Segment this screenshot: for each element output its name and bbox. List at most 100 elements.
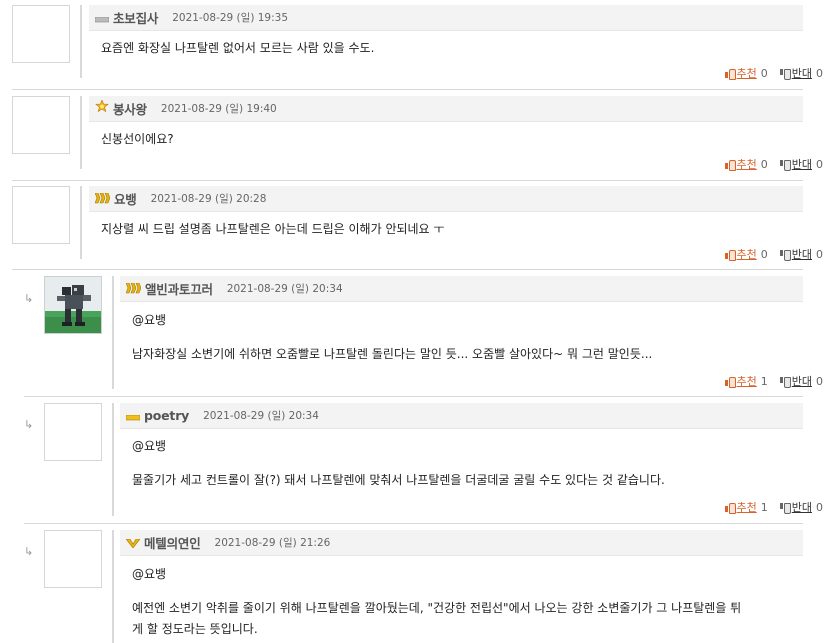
downvote-count: 0 [816, 500, 823, 514]
comment-text: 요즘엔 화장실 나프탈렌 없어서 모르는 사람 있을 수도. [101, 40, 374, 57]
downvote-label: 반대 [791, 248, 812, 261]
avatar[interactable] [44, 276, 102, 334]
downvote-button[interactable]: 반대 0 [779, 499, 823, 515]
upvote-label: 추천 [736, 158, 757, 171]
thumbs-up-icon [724, 68, 736, 80]
timestamp: 2021-08-29 (일) 19:40 [160, 103, 277, 115]
comment-header: poetry 2021-08-29 (일) 20:34 [120, 403, 803, 429]
timestamp: 2021-08-29 (일) 20:34 [203, 410, 319, 422]
upvote-button[interactable]: 추천 1 [724, 499, 768, 515]
thumbs-down-icon [779, 376, 791, 388]
divider [80, 96, 82, 169]
divider [112, 276, 114, 389]
separator [24, 523, 803, 524]
downvote-button[interactable]: 반대 0 [779, 373, 823, 389]
vote-bar: 추천 1 반대 0 [713, 373, 823, 389]
vote-bar: 추천 0 반대 0 [713, 65, 823, 81]
downvote-button[interactable]: 반대 0 [779, 65, 823, 81]
comment-text: 신봉선이에요? [101, 131, 174, 148]
downvote-label: 반대 [791, 501, 812, 514]
comment-text: @요뱅 남자화장실 소변기에 쉬하면 오줌빨로 나프탈렌 돌린다는 말인 듯..… [132, 312, 652, 363]
comment-line: 게 할 정도라는 뜻입니다. [132, 622, 258, 636]
comment-text: @요뱅 물줄기가 세고 컨트롤이 잘(?) 돼서 나프탈렌에 맞춰서 나프탈렌을… [132, 438, 665, 489]
thumbs-up-icon [724, 502, 736, 514]
mention[interactable]: @요뱅 [132, 566, 741, 583]
downvote-label: 반대 [791, 158, 812, 171]
upvote-label: 추천 [736, 248, 757, 261]
avatar[interactable] [44, 403, 102, 461]
upvote-count: 1 [760, 500, 768, 514]
upvote-count: 0 [760, 157, 768, 171]
divider [112, 403, 114, 516]
comment-line: 지상렬 씨 드립 설명좀 나프탈렌은 아는데 드립은 이해가 안되네요 ㅜ [101, 222, 445, 236]
vote-bar: 추천 0 반대 0 [713, 156, 823, 172]
downvote-count: 0 [816, 374, 823, 388]
nickname[interactable]: 앨빈과토끄러 [145, 279, 213, 298]
avatar[interactable] [44, 530, 102, 588]
mention[interactable]: @요뱅 [132, 438, 665, 455]
nickname[interactable]: 메텔의연인 [144, 533, 201, 552]
comment-text: 지상렬 씨 드립 설명좀 나프탈렌은 아는데 드립은 이해가 안되네요 ㅜ [101, 221, 444, 238]
nickname[interactable]: 초보집사 [113, 8, 158, 27]
upvote-label: 추천 [736, 501, 757, 514]
divider [112, 530, 114, 643]
reply-arrow-icon: ↳ [24, 418, 34, 431]
thumbs-down-icon [779, 159, 791, 171]
avatar[interactable] [12, 5, 70, 63]
separator [12, 269, 803, 270]
upvote-button[interactable]: 추천 0 [724, 65, 768, 81]
mention[interactable]: @요뱅 [132, 312, 652, 329]
thumbs-down-icon [779, 68, 791, 80]
comment-text: @요뱅 예전엔 소변기 악취를 줄이기 위해 나프탈렌을 깔아뒀는데, "건강한… [132, 566, 741, 638]
thumbs-up-icon [724, 159, 736, 171]
gold-bar-icon [125, 406, 141, 425]
timestamp: 2021-08-29 (일) 21:26 [214, 537, 331, 549]
downvote-button[interactable]: 반대 0 [779, 156, 823, 172]
gold-v-icon [125, 533, 141, 552]
divider [80, 186, 82, 259]
upvote-button[interactable]: 추천 0 [724, 156, 768, 172]
downvote-count: 0 [816, 66, 823, 80]
avatar[interactable] [12, 96, 70, 154]
separator [12, 180, 803, 181]
avatar[interactable] [12, 186, 70, 244]
timestamp: 2021-08-29 (일) 20:28 [150, 193, 267, 205]
thumbs-up-icon [724, 249, 736, 261]
timestamp: 2021-08-29 (일) 20:34 [226, 283, 343, 295]
comment-header: 앨빈과토끄러 2021-08-29 (일) 20:34 [120, 276, 803, 302]
upvote-label: 추천 [736, 375, 757, 388]
comment-header: 초보집사 2021-08-29 (일) 19:35 [89, 5, 803, 31]
level-bar-icon [94, 8, 110, 27]
nickname[interactable]: 봉사왕 [113, 99, 147, 118]
downvote-count: 0 [816, 157, 823, 171]
comment-line: 예전엔 소변기 악취를 줄이기 위해 나프탈렌을 깔아뒀는데, "건강한 전립선… [132, 601, 742, 615]
thumbs-down-icon [779, 502, 791, 514]
gold-chevrons-icon [125, 279, 142, 298]
gold-chevrons-icon [94, 189, 111, 208]
nickname[interactable]: poetry [144, 408, 189, 423]
reply-arrow-icon: ↳ [24, 545, 34, 558]
comment-header: 메텔의연인 2021-08-29 (일) 21:26 [120, 530, 803, 556]
comment-line: 물줄기가 세고 컨트롤이 잘(?) 돼서 나프탈렌에 맞춰서 나프탈렌을 더굴데… [132, 473, 665, 487]
comment-line: 남자화장실 소변기에 쉬하면 오줌빨로 나프탈렌 돌린다는 말인 듯... 오줌… [132, 347, 653, 361]
upvote-count: 0 [760, 247, 768, 261]
sun-medal-icon [95, 99, 109, 118]
comment-line: 신봉선이에요? [101, 132, 174, 146]
divider [80, 5, 82, 78]
upvote-button[interactable]: 추천 1 [724, 373, 768, 389]
upvote-count: 0 [760, 66, 768, 80]
comment-header: 요뱅 2021-08-29 (일) 20:28 [89, 186, 803, 212]
reply-arrow-icon: ↳ [24, 292, 34, 305]
comment-header: 봉사왕 2021-08-29 (일) 19:40 [89, 96, 803, 122]
robot-figure-icon [45, 277, 101, 333]
nickname[interactable]: 요뱅 [114, 189, 137, 208]
downvote-button[interactable]: 반대 0 [779, 246, 823, 262]
downvote-label: 반대 [791, 67, 812, 80]
upvote-button[interactable]: 추천 0 [724, 246, 768, 262]
timestamp: 2021-08-29 (일) 19:35 [172, 12, 289, 24]
upvote-label: 추천 [736, 67, 757, 80]
comment-line: 요즘엔 화장실 나프탈렌 없어서 모르는 사람 있을 수도. [101, 41, 375, 55]
separator [24, 396, 803, 397]
vote-bar: 추천 1 반대 0 [713, 499, 823, 515]
vote-bar: 추천 0 반대 0 [713, 246, 823, 262]
